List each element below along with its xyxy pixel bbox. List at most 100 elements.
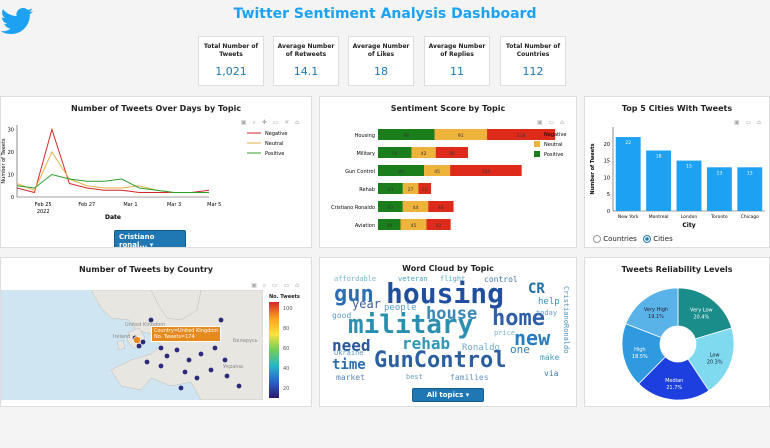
- category-label: Aviation: [355, 223, 375, 229]
- cloud-word: price: [494, 329, 516, 337]
- country-marker[interactable]: [186, 357, 192, 363]
- radio-label: Cities: [653, 235, 673, 243]
- category-label: Cristiano Ronaldo: [331, 205, 375, 211]
- x-tick-label: Mar 1: [123, 202, 137, 208]
- bar-value-label: 44: [438, 205, 444, 211]
- cloud-word: market: [336, 373, 365, 382]
- legend-swatch: [534, 151, 540, 157]
- slice-percent: 21.7%: [666, 385, 682, 391]
- bar-value-label: 45: [434, 169, 440, 175]
- cloud-word: flight: [440, 275, 466, 283]
- country-marker-highlighted[interactable]: [133, 336, 141, 344]
- country-marker[interactable]: [178, 385, 184, 391]
- cloud-word: good: [332, 311, 352, 320]
- y-tick-label: 0: [607, 209, 610, 215]
- country-marker[interactable]: [140, 339, 146, 345]
- country-marker[interactable]: [212, 345, 218, 351]
- y-tick-label: 5: [607, 192, 610, 198]
- country-marker[interactable]: [198, 351, 204, 357]
- y-tick-label: 20: [604, 142, 610, 148]
- series-line-negative[interactable]: [16, 127, 210, 194]
- x-tick-label: 2022: [37, 209, 50, 215]
- country-marker[interactable]: [224, 373, 230, 379]
- country-marker[interactable]: [194, 375, 200, 381]
- country-marker[interactable]: [182, 369, 188, 375]
- bar-value-label: 44: [413, 205, 419, 211]
- radio-countries[interactable]: Countries: [593, 235, 637, 243]
- cloud-word: time: [332, 357, 366, 373]
- country-marker[interactable]: [218, 317, 224, 323]
- panel-title: Number of Tweets Over Days by Topic: [70, 104, 242, 113]
- line-chart: 0 10 20 30 Feb 252022 Feb 27 Mar 1 Mar 3 Mar 5 Da…: [1, 125, 287, 221]
- panel-title: Sentiment Score by Topic: [390, 104, 506, 113]
- bar-value-label: 56: [449, 151, 455, 157]
- bar-value-label: 27: [408, 187, 414, 193]
- tweets-over-days-panel: Number of Tweets Over Days by Topic ▣ ⌕ …: [0, 96, 312, 248]
- chevron-down-icon: ▾: [149, 241, 154, 248]
- slice-label: Median: [665, 378, 683, 384]
- topic-dropdown[interactable]: All topics ▾: [412, 388, 484, 402]
- x-tick-label: London: [681, 214, 698, 220]
- map-background[interactable]: United Kingdom Беларусь Україна Ireland …: [1, 289, 264, 401]
- chart-toolbar[interactable]: ▣ ⌕ ▭ ▭ ⌂: [251, 282, 301, 290]
- country-marker[interactable]: [174, 347, 180, 353]
- slice-label: High: [634, 347, 646, 353]
- x-tick-label: Mar 5: [207, 202, 221, 208]
- bar-value-label: 91: [458, 133, 464, 139]
- country-marker[interactable]: [148, 317, 154, 323]
- reliability-panel: Tweets Reliability Levels Very Low 20.4% L…: [584, 257, 770, 407]
- slice-label: Very Low: [690, 308, 713, 314]
- country-marker[interactable]: [222, 357, 228, 363]
- kpi-value: 14.1: [293, 65, 319, 78]
- cloud-word: veteran: [398, 275, 428, 283]
- legend-label[interactable]: Neutral: [265, 141, 283, 147]
- bar-value-label: 80: [398, 169, 404, 175]
- cloud-word: house: [426, 304, 478, 324]
- kpi-label: Average Number of Replies: [428, 43, 486, 58]
- cloud-word: affordable: [334, 275, 377, 283]
- legend-label[interactable]: Negative: [544, 132, 566, 138]
- cloud-word: via: [544, 369, 559, 378]
- europe-map: United Kingdom Беларусь Україна Ireland: [90, 289, 264, 401]
- bar-value-label: 98: [403, 133, 409, 139]
- radio-cities[interactable]: Cities: [643, 235, 673, 243]
- colorbar-tick-label: 60: [283, 346, 290, 352]
- colorbar-tick-label: 20: [283, 386, 290, 392]
- bar-value-label: 58: [392, 151, 398, 157]
- y-tick-label: 10: [604, 175, 610, 181]
- country-marker[interactable]: [158, 363, 164, 369]
- slice-percent: 19.1%: [648, 314, 664, 320]
- sentiment-bar-chart: Housing 98 91 118 Military 58 42 56 Gun Control 8…: [331, 129, 566, 230]
- x-tick-label: Montreal: [649, 214, 669, 220]
- city-bar[interactable]: [615, 137, 641, 211]
- x-tick-label: Mar 3: [167, 202, 181, 208]
- topic-dropdown[interactable]: Cristiano ronal... ▾: [114, 230, 186, 248]
- country-marker[interactable]: [136, 343, 142, 349]
- series-line-neutral[interactable]: [16, 150, 209, 193]
- legend-label[interactable]: Negative: [265, 131, 287, 137]
- city-bar[interactable]: [646, 150, 672, 211]
- country-marker[interactable]: [144, 359, 150, 365]
- panel-title: Number of Tweets by Country: [78, 265, 214, 274]
- bar-value-label: 43: [388, 205, 394, 211]
- country-marker[interactable]: [158, 345, 164, 351]
- kpi-label: Total Number of Tweets: [203, 43, 259, 58]
- kpi-card-avg-replies: Average Number of Replies 11: [424, 36, 490, 86]
- country-marker[interactable]: [208, 367, 214, 373]
- bar-value-label: 39: [386, 223, 392, 229]
- legend-label[interactable]: Neutral: [544, 142, 562, 148]
- cloud-word: CR: [528, 281, 545, 297]
- colorbar-title: No. Tweets: [269, 294, 300, 300]
- colorbar-tick-label: 40: [283, 366, 290, 372]
- country-marker[interactable]: [236, 383, 242, 389]
- country-marker[interactable]: [164, 353, 170, 359]
- legend-label[interactable]: Positive: [544, 152, 563, 158]
- legend-label[interactable]: Positive: [265, 151, 284, 157]
- x-axis-title: Date: [105, 214, 121, 221]
- x-tick-label: Chicago: [741, 214, 759, 220]
- bar-value-label: 42: [421, 151, 427, 157]
- cloud-word: best: [406, 373, 423, 381]
- y-tick-label: 15: [604, 159, 610, 165]
- colorbar-tick-label: 80: [283, 326, 290, 332]
- top-cities-panel: Top 5 Cities With Tweets ▣ ▭ ⌂ 0 5 10 15 20 2…: [584, 96, 770, 248]
